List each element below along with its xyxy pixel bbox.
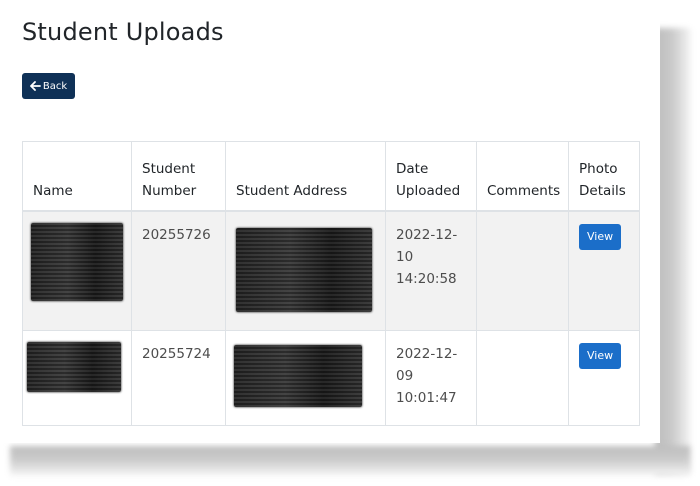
comments-cell xyxy=(476,330,569,426)
comments-cell xyxy=(476,210,569,331)
header-date-uploaded: Date Uploaded xyxy=(385,141,477,212)
table-header-row: Name Student Number Student Address Date… xyxy=(22,141,640,212)
view-button[interactable]: View xyxy=(579,343,622,369)
student-number-cell: 20255724 xyxy=(131,330,226,426)
name-cell xyxy=(22,210,132,331)
date-uploaded-cell: 2022-12- 10 14:20:58 xyxy=(385,210,477,331)
table-row: 20255726 2022-12- 10 14:20:58 View xyxy=(22,210,640,331)
header-student-address: Student Address xyxy=(225,141,386,212)
date-uploaded-cell: 2022-12- 09 10:01:47 xyxy=(385,330,477,426)
header-comments: Comments xyxy=(476,141,569,212)
redacted-name xyxy=(27,342,121,392)
panel-shadow-right xyxy=(655,28,691,474)
page-title: Student Uploads xyxy=(22,18,224,46)
redacted-address xyxy=(236,228,372,312)
photo-details-cell: View xyxy=(568,210,640,331)
photo-details-cell: View xyxy=(568,330,640,426)
header-photo-details: Photo Details xyxy=(568,141,640,212)
back-button[interactable]: Back xyxy=(22,73,75,99)
header-name: Name xyxy=(22,141,132,212)
address-cell xyxy=(225,330,386,426)
content-panel: Student Uploads Back Name Student Number… xyxy=(0,0,660,443)
redacted-address xyxy=(234,345,362,407)
arrow-left-icon xyxy=(29,81,41,91)
student-number-cell: 20255726 xyxy=(131,210,226,331)
back-button-label: Back xyxy=(42,80,68,92)
view-button[interactable]: View xyxy=(579,224,622,250)
table-row: 20255724 2022-12- 09 10:01:47 View xyxy=(22,330,640,426)
redacted-name xyxy=(31,223,123,301)
name-cell xyxy=(22,330,132,426)
header-student-number: Student Number xyxy=(131,141,226,212)
uploads-table: Name Student Number Student Address Date… xyxy=(22,141,640,426)
panel-shadow-bottom xyxy=(10,446,690,476)
address-cell xyxy=(225,210,386,331)
